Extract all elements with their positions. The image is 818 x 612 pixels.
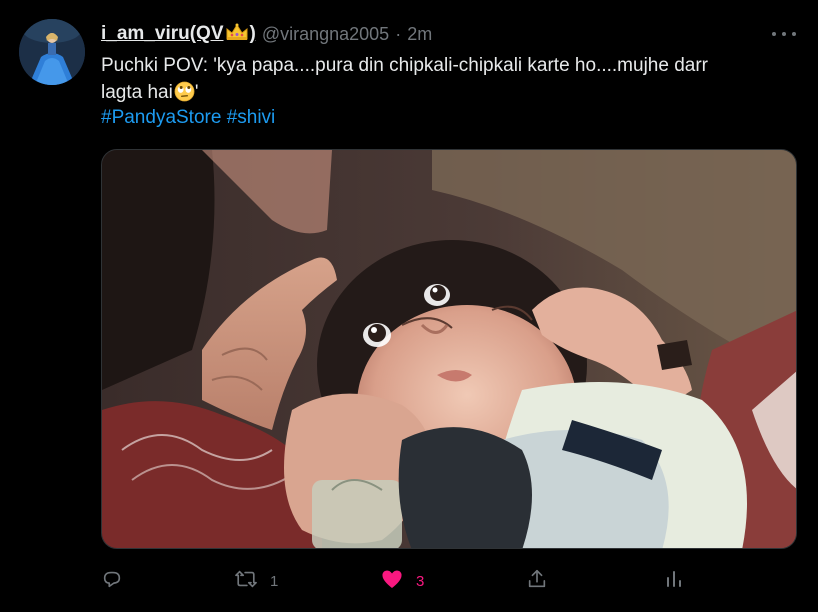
display-name-end[interactable]: ): [250, 23, 256, 45]
tweet-text-line1: Puchki POV: 'kya papa....pura din chipka…: [101, 55, 708, 76]
share-button[interactable]: [526, 568, 548, 594]
like-button[interactable]: 3: [380, 568, 424, 594]
hashtag-link[interactable]: #shivi: [227, 107, 276, 128]
tweet-header: i_am_viru(QV ) @virangna2005 · 2m: [101, 22, 432, 46]
heart-icon: [380, 568, 404, 594]
display-name[interactable]: i_am_viru(QV: [101, 23, 224, 45]
user-handle[interactable]: @virangna2005: [262, 24, 389, 45]
avatar[interactable]: [19, 19, 85, 85]
tweet-text: Puchki POV: 'kya papa....pura din chipka…: [101, 52, 791, 106]
separator-dot: ·: [395, 23, 402, 44]
retweet-count: 1: [270, 572, 279, 590]
tweet-photo[interactable]: [101, 149, 797, 549]
retweet-icon: [234, 568, 258, 594]
analytics-button[interactable]: [664, 568, 684, 594]
retweet-button[interactable]: 1: [234, 568, 278, 594]
hashtag-link[interactable]: #PandyaStore: [101, 107, 221, 128]
tweet-card[interactable]: i_am_viru(QV ) @virangna2005 · 2m Puchki…: [0, 0, 818, 612]
tweet-actions: 1 3: [101, 568, 701, 594]
hashtags: #PandyaStore #shivi: [101, 107, 275, 129]
analytics-icon: [664, 568, 684, 594]
like-count: 3: [416, 572, 425, 590]
crown-icon: [225, 22, 249, 47]
tweet-text-quote-end: ': [194, 82, 199, 103]
timestamp[interactable]: 2m: [407, 24, 432, 45]
reply-icon: [101, 568, 123, 594]
face-with-rolling-eyes-icon: [174, 81, 195, 102]
share-icon: [526, 568, 548, 594]
tweet-text-line2: lagta hai: [101, 82, 173, 103]
more-options-icon[interactable]: [772, 24, 796, 44]
reply-button[interactable]: [101, 568, 135, 594]
